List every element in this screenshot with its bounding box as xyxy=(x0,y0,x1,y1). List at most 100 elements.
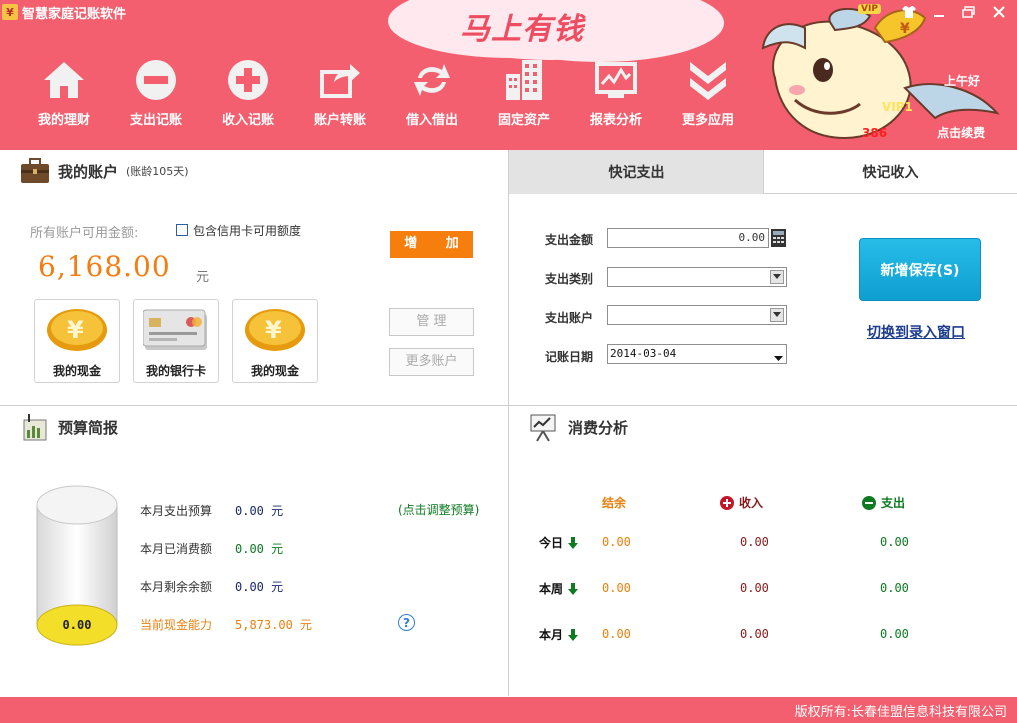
transfer-icon xyxy=(316,56,364,104)
more-accounts-button[interactable]: 更多账户 xyxy=(389,348,474,376)
account-card-cash-2[interactable]: ¥ 我的现金 xyxy=(232,299,318,383)
account-select[interactable] xyxy=(607,305,787,325)
total-amount: 6,168.00 xyxy=(38,250,171,283)
include-credit-checkbox[interactable] xyxy=(176,224,188,236)
cylinder-value: 0.00 xyxy=(62,618,92,632)
available-amount-label: 所有账户可用金额: xyxy=(30,226,139,241)
days-remaining: 386 xyxy=(862,126,888,140)
slogan-text: 马上有钱 xyxy=(460,12,584,47)
budget-label-monthly-budget: 本月支出预算 xyxy=(140,504,213,518)
date-label: 记账日期 xyxy=(545,350,594,364)
today-balance: 0.00 xyxy=(602,535,631,549)
svg-text:¥: ¥ xyxy=(67,316,84,344)
chart-icon xyxy=(592,56,640,104)
coin-icon: ¥ xyxy=(44,308,110,352)
col-head-balance: 结余 xyxy=(602,496,627,510)
refresh-icon xyxy=(408,56,456,104)
today-expense: 0.00 xyxy=(880,535,909,549)
home-icon xyxy=(40,56,88,104)
toolbar-fixed-assets[interactable]: 固定资产 xyxy=(478,56,570,128)
renew-link[interactable]: 点击续费 xyxy=(937,126,985,140)
amount-label: 支出金额 xyxy=(545,233,594,247)
plus-circle-icon xyxy=(720,495,734,510)
arrow-down-icon xyxy=(568,536,579,549)
help-icon[interactable]: ? xyxy=(398,614,415,631)
accounts-section-title: 我的账户 (账龄105天) xyxy=(20,158,189,184)
minimize-icon[interactable] xyxy=(929,3,949,21)
chevron-down-icon[interactable] xyxy=(770,308,784,322)
building-icon xyxy=(500,56,548,104)
account-card-bank[interactable]: 我的银行卡 xyxy=(133,299,219,383)
footer-bar: 版权所有:长春佳盟信息科技有限公司 xyxy=(0,697,1017,723)
accounts-title: 我的账户 xyxy=(58,162,119,181)
restore-icon[interactable] xyxy=(959,3,979,21)
tab-quick-income[interactable]: 快记收入 xyxy=(763,150,1017,194)
plus-circle-icon xyxy=(224,56,272,104)
total-unit: 元 xyxy=(196,270,210,285)
toolbar-my-finance[interactable]: 我的理财 xyxy=(18,56,110,128)
toolbar-transfer[interactable]: 账户转账 xyxy=(294,56,386,128)
month-balance: 0.00 xyxy=(602,627,631,641)
bank-card-icon xyxy=(143,308,209,352)
toolbar-reports[interactable]: 报表分析 xyxy=(570,56,662,128)
week-expense: 0.00 xyxy=(880,581,909,595)
window-controls xyxy=(899,3,1009,21)
toolbar-income[interactable]: 收入记账 xyxy=(202,56,294,128)
close-icon[interactable] xyxy=(989,3,1009,21)
budget-value-cash-capacity: 5,873.00 元 xyxy=(235,618,313,632)
col-head-income: 收入 xyxy=(720,494,763,511)
budget-clipboard-icon xyxy=(23,414,47,441)
consumption-title: 消费分析 xyxy=(568,418,629,437)
vip-level: VIP1 xyxy=(882,100,913,114)
panel-divider-horizontal xyxy=(0,405,1017,406)
col-head-expense: 支出 xyxy=(862,494,905,511)
app-title: 智慧家庭记账软件 xyxy=(22,6,127,22)
adjust-budget-link[interactable]: (点击调整预算) xyxy=(398,501,479,518)
main-toolbar: 我的理财 支出记账 收入记账 账户转账 借入借出 固定资产 报表分析 更多应用 xyxy=(18,56,754,128)
copyright-text: 版权所有:长春佳盟信息科技有限公司 xyxy=(794,705,1007,720)
coin-icon: ¥ xyxy=(242,308,308,352)
chevron-down-icon[interactable] xyxy=(770,270,784,284)
budget-title: 预算简报 xyxy=(58,418,119,437)
save-button[interactable]: 新增保存(S) xyxy=(859,238,981,301)
row-head-today: 今日 xyxy=(539,534,579,551)
switch-entry-window-link[interactable]: 切换到录入窗口 xyxy=(867,322,965,342)
toolbar-expense[interactable]: 支出记账 xyxy=(110,56,202,128)
account-label: 支出账户 xyxy=(545,311,594,325)
svg-text:¥: ¥ xyxy=(900,21,910,37)
account-age: (账龄105天) xyxy=(126,165,189,178)
row-head-month: 本月 xyxy=(539,626,579,643)
toolbar-borrow-lend[interactable]: 借入借出 xyxy=(386,56,478,128)
date-value: 2014-03-04 xyxy=(610,347,677,360)
month-expense: 0.00 xyxy=(880,627,909,641)
month-income: 0.00 xyxy=(740,627,769,641)
greeting-text: 上午好 xyxy=(944,74,981,88)
vip-badge[interactable]: VIP xyxy=(858,4,881,14)
budget-label-remaining: 本月剩余余额 xyxy=(140,580,213,594)
add-account-button[interactable]: 增 加 xyxy=(390,231,473,258)
toolbar-more-apps[interactable]: 更多应用 xyxy=(662,56,754,128)
user-info: 上午好 VIP1 386 点击续费 xyxy=(834,68,985,146)
panel-divider-vertical xyxy=(508,150,509,696)
week-balance: 0.00 xyxy=(602,581,631,595)
chevron-down-icon[interactable] xyxy=(774,351,783,365)
minus-circle-icon xyxy=(862,495,876,510)
budget-label-cash-capacity: 当前现金能力 xyxy=(140,618,213,632)
category-select[interactable] xyxy=(607,267,787,287)
manage-accounts-button[interactable]: 管 理 xyxy=(389,308,474,336)
app-logo-icon: ¥ xyxy=(2,4,18,20)
svg-text:¥: ¥ xyxy=(265,316,282,344)
today-income: 0.00 xyxy=(740,535,769,549)
presentation-board-icon xyxy=(530,414,556,442)
skin-shirt-icon[interactable] xyxy=(899,3,919,21)
budget-value-remaining: 0.00 元 xyxy=(235,580,284,594)
minus-circle-icon xyxy=(132,56,180,104)
calculator-icon[interactable] xyxy=(770,228,787,248)
budget-value-spent: 0.00 元 xyxy=(235,542,284,556)
title-bar: ¥ 智慧家庭记账软件 xyxy=(0,0,126,24)
amount-input[interactable]: 0.00 xyxy=(607,228,769,248)
row-head-week: 本周 xyxy=(539,580,579,597)
arrow-down-icon xyxy=(568,582,579,595)
account-card-cash-1[interactable]: ¥ 我的现金 xyxy=(34,299,120,383)
tab-quick-expense[interactable]: 快记支出 xyxy=(509,150,764,194)
